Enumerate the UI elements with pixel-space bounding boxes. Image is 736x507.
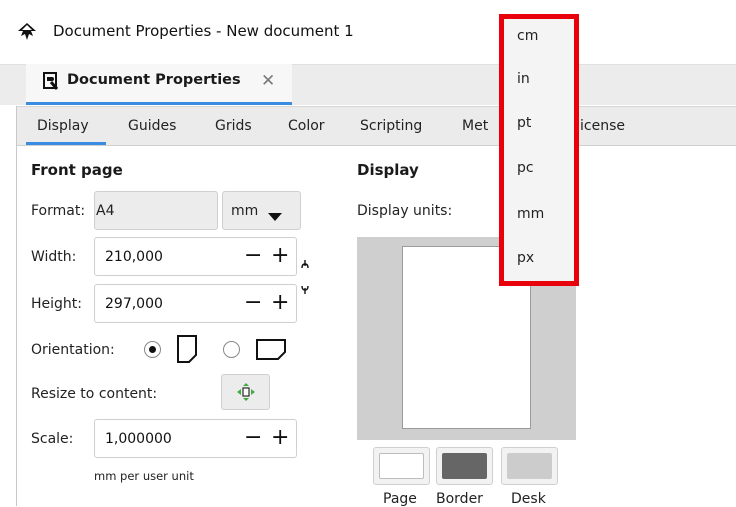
tab-color[interactable]: Color — [288, 118, 325, 134]
resize-to-content-label: Resize to content: — [31, 386, 158, 402]
units-dropdown-menu: cm in pt pc mm px — [499, 14, 579, 286]
landscape-page-icon — [256, 339, 286, 364]
active-tab-indicator — [26, 142, 106, 145]
link-chain-icon[interactable] — [300, 258, 310, 306]
border-color-button[interactable] — [436, 447, 493, 485]
page-color-swatch — [379, 453, 424, 479]
unit-option-cm[interactable]: cm — [517, 28, 538, 44]
dock-tab-label: Document Properties — [67, 72, 241, 88]
minus-icon[interactable]: − — [244, 427, 262, 449]
desk-color-swatch — [507, 453, 552, 479]
tab-guides[interactable]: Guides — [128, 118, 176, 134]
tab-grids[interactable]: Grids — [215, 118, 252, 134]
orientation-label: Orientation: — [31, 342, 115, 358]
document-properties-icon — [42, 72, 60, 90]
scale-label: Scale: — [31, 431, 74, 447]
panel-left-border — [16, 106, 17, 506]
close-icon[interactable]: ✕ — [261, 71, 275, 91]
height-value: 297,000 — [105, 296, 163, 312]
page-color-label: Page — [383, 491, 417, 507]
resize-to-content-icon — [236, 382, 256, 406]
page-color-button[interactable] — [373, 447, 430, 485]
window-title: Document Properties - New document 1 — [53, 22, 354, 40]
unit-value: mm — [231, 203, 259, 219]
format-value: A4 — [96, 203, 115, 219]
inkscape-logo-icon — [17, 22, 37, 42]
landscape-radio[interactable] — [223, 341, 240, 358]
display-heading: Display — [357, 161, 419, 179]
plus-icon[interactable]: + — [271, 245, 289, 267]
border-color-swatch — [442, 453, 487, 479]
chevron-down-icon — [268, 206, 282, 225]
portrait-page-icon — [177, 335, 197, 367]
portrait-radio[interactable] — [144, 341, 161, 358]
scale-value: 1,000000 — [105, 431, 172, 447]
plus-icon[interactable]: + — [271, 427, 289, 449]
height-label: Height: — [31, 296, 82, 312]
format-label: Format: — [31, 203, 86, 219]
plus-icon[interactable]: + — [271, 292, 289, 314]
minus-icon[interactable]: − — [244, 245, 262, 267]
tab-metadata[interactable]: Met — [462, 118, 488, 134]
unit-option-mm[interactable]: mm — [517, 206, 544, 222]
desk-color-label: Desk — [511, 491, 546, 507]
border-color-label: Border — [436, 491, 483, 507]
tab-display[interactable]: Display — [37, 118, 89, 134]
front-page-heading: Front page — [31, 161, 123, 179]
scale-units-hint: mm per user unit — [94, 469, 194, 483]
minus-icon[interactable]: − — [244, 292, 262, 314]
width-label: Width: — [31, 249, 77, 265]
display-units-label: Display units: — [357, 203, 453, 219]
unit-option-pc[interactable]: pc — [517, 160, 534, 176]
tab-scripting[interactable]: Scripting — [360, 118, 422, 134]
unit-option-px[interactable]: px — [517, 250, 534, 266]
tab-license[interactable]: icense — [580, 118, 625, 134]
desk-color-button[interactable] — [501, 447, 558, 485]
unit-option-in[interactable]: in — [517, 71, 530, 87]
width-value: 210,000 — [105, 249, 163, 265]
unit-option-pt[interactable]: pt — [517, 115, 531, 131]
